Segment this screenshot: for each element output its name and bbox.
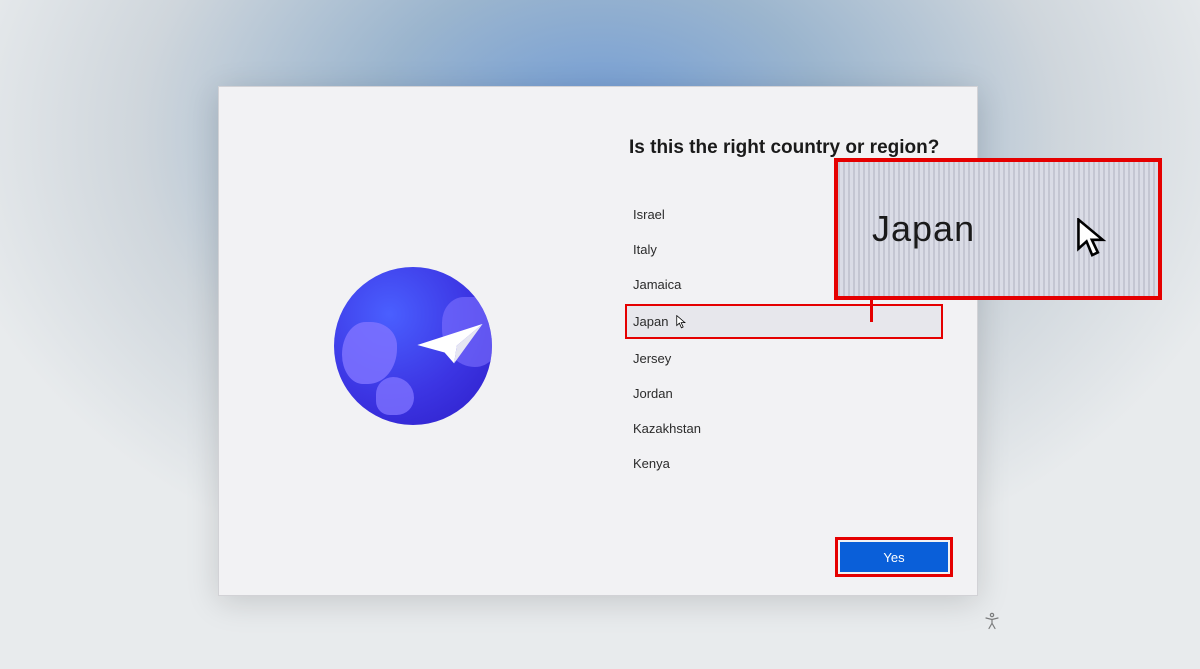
country-item-jersey[interactable]: Jersey bbox=[629, 341, 939, 376]
globe-illustration bbox=[334, 267, 492, 425]
country-item-label: Japan bbox=[633, 314, 668, 329]
accessibility-icon[interactable] bbox=[983, 612, 1001, 630]
zoom-callout-label: Japan bbox=[872, 208, 975, 250]
dialog-heading: Is this the right country or region? bbox=[629, 137, 939, 159]
country-item-japan[interactable]: Japan bbox=[625, 304, 943, 339]
cursor-icon bbox=[1076, 218, 1110, 260]
callout-connector bbox=[870, 300, 873, 322]
zoom-callout: Japan bbox=[834, 158, 1162, 300]
paper-plane-icon bbox=[416, 321, 484, 369]
yes-button-highlight: Yes bbox=[835, 537, 953, 577]
country-item-kazakhstan[interactable]: Kazakhstan bbox=[629, 411, 939, 446]
country-item-jordan[interactable]: Jordan bbox=[629, 376, 939, 411]
country-item-kenya[interactable]: Kenya bbox=[629, 446, 939, 481]
yes-button[interactable]: Yes bbox=[840, 542, 948, 572]
cursor-icon bbox=[675, 315, 689, 329]
